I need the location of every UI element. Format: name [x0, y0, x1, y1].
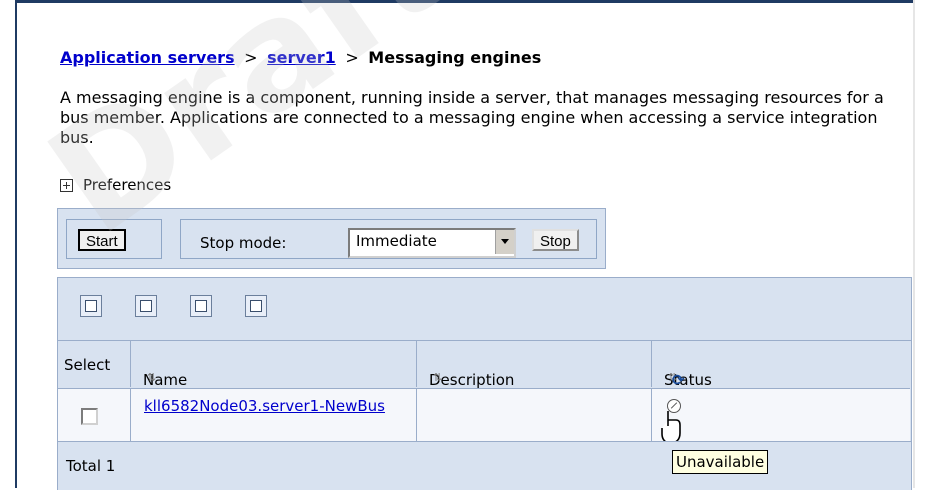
column-header-status[interactable]: Status ⇅ ⟳ [652, 341, 910, 389]
preferences-label: Preferences [83, 176, 172, 194]
status-tooltip: Unavailable [672, 450, 769, 474]
breadcrumb: Application servers > server1 > Messagin… [60, 48, 541, 67]
hand-cursor-icon [661, 411, 681, 444]
breadcrumb-separator: > [244, 48, 258, 67]
table-row-status-cell [652, 388, 910, 441]
frame-top-line [15, 0, 915, 3]
refresh-icon[interactable]: ⟳ [672, 371, 685, 389]
total-count: Total 1 [66, 457, 116, 475]
start-button[interactable]: Start [78, 229, 126, 251]
frame-right-line [913, 0, 915, 488]
expand-icon[interactable] [60, 178, 73, 192]
stop-mode-label: Stop mode: [200, 234, 287, 252]
select-all-icon[interactable] [80, 295, 102, 317]
actions-panel [57, 208, 606, 269]
frame-left-line [15, 0, 17, 488]
messaging-engine-link[interactable]: kll6582Node03.server1-NewBus [144, 397, 414, 415]
deselect-all-icon[interactable] [135, 295, 157, 317]
page-description: A messaging engine is a component, runni… [60, 88, 884, 147]
table-footer: Total 1 [58, 441, 911, 490]
row-select-checkbox[interactable] [81, 408, 98, 425]
stop-mode-select[interactable]: Immediate [348, 228, 516, 258]
breadcrumb-separator: > [345, 48, 359, 67]
stop-mode-value: Immediate [356, 232, 437, 250]
column-header-name[interactable]: Name ⇅ [131, 341, 417, 389]
preferences-toggle[interactable]: Preferences [60, 176, 171, 194]
table-toolbar [58, 278, 911, 341]
show-filter-icon[interactable] [190, 295, 212, 317]
breadcrumb-link-server1[interactable]: server1 [267, 48, 336, 67]
column-header-description[interactable]: Description ⇅ [417, 341, 652, 389]
sort-icon[interactable]: ⇅ [433, 371, 442, 384]
column-header-select: Select [58, 341, 131, 387]
breadcrumb-link-application-servers[interactable]: Application servers [60, 48, 235, 67]
sort-icon[interactable]: ⇅ [147, 371, 156, 384]
table-row-description-cell [417, 388, 652, 441]
chevron-down-icon[interactable] [495, 230, 514, 254]
messaging-engines-table: Select Name ⇅ Description ⇅ Status ⇅ ⟳ kll6… [57, 277, 912, 490]
stop-button[interactable]: Stop [532, 229, 579, 251]
breadcrumb-current: Messaging engines [368, 48, 542, 67]
clear-filter-icon[interactable] [245, 295, 267, 317]
